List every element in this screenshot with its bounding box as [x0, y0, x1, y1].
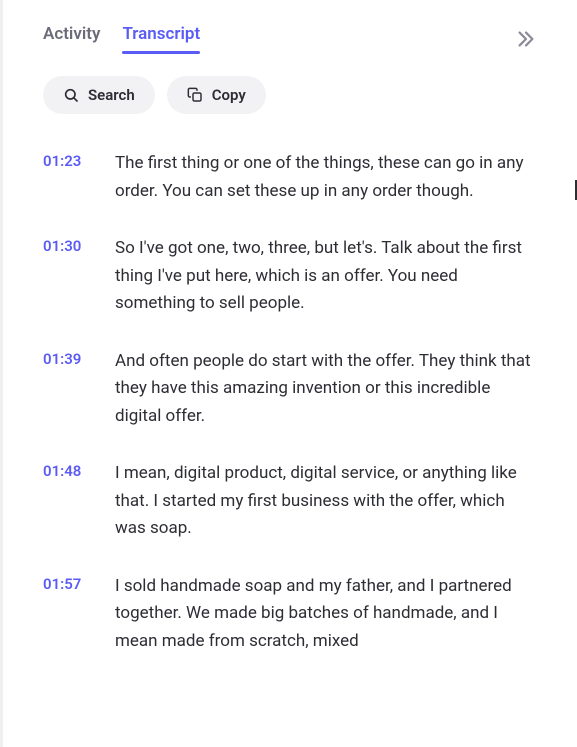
- timestamp[interactable]: 01:39: [43, 348, 91, 368]
- transcript-entry: 01:48 I mean, digital product, digital s…: [43, 460, 537, 543]
- search-icon: [63, 87, 79, 103]
- search-button-label: Search: [88, 86, 135, 104]
- transcript-entry: 01:23 The first thing or one of the thin…: [43, 150, 537, 205]
- copy-button-label: Copy: [212, 86, 246, 104]
- transcript-entry: 01:30 So I've got one, two, three, but l…: [43, 235, 537, 318]
- timestamp[interactable]: 01:23: [43, 150, 91, 170]
- transcript-panel: Activity Transcript Search: [0, 0, 577, 747]
- tabs: Activity Transcript: [43, 24, 200, 54]
- toolbar: Search Copy: [43, 76, 537, 114]
- timestamp[interactable]: 01:57: [43, 573, 91, 593]
- collapse-icon[interactable]: [515, 28, 537, 50]
- transcript-entry: 01:39 And often people do start with the…: [43, 348, 537, 431]
- copy-icon: [187, 87, 203, 103]
- entry-text: I sold handmade soap and my father, and …: [115, 573, 537, 656]
- entry-text: I mean, digital product, digital service…: [115, 460, 537, 543]
- search-button[interactable]: Search: [43, 76, 155, 114]
- timestamp[interactable]: 01:48: [43, 460, 91, 480]
- header-row: Activity Transcript: [43, 24, 537, 54]
- entry-text: So I've got one, two, three, but let's. …: [115, 235, 537, 318]
- timestamp[interactable]: 01:30: [43, 235, 91, 255]
- entry-text: And often people do start with the offer…: [115, 348, 537, 431]
- transcript-list: 01:23 The first thing or one of the thin…: [43, 150, 537, 655]
- entry-text: The first thing or one of the things, th…: [115, 150, 537, 205]
- tab-activity[interactable]: Activity: [43, 24, 100, 54]
- copy-button[interactable]: Copy: [167, 76, 266, 114]
- transcript-entry: 01:57 I sold handmade soap and my father…: [43, 573, 537, 656]
- tab-transcript[interactable]: Transcript: [122, 24, 200, 54]
